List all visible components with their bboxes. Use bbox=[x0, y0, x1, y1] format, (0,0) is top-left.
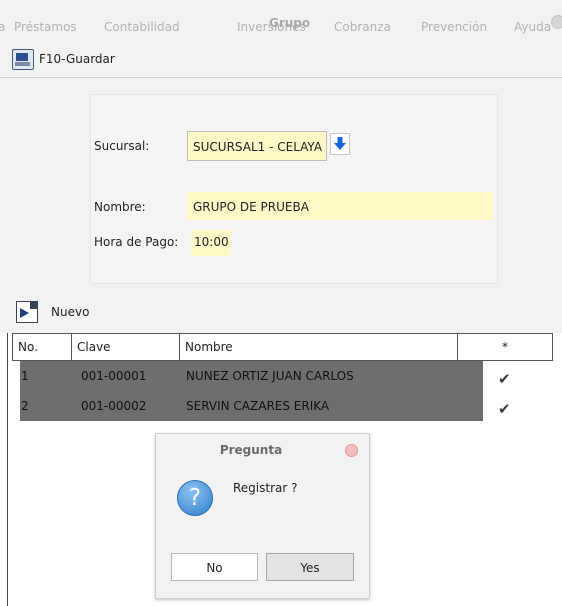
row-clave: 001-00001 bbox=[81, 369, 147, 383]
sucursal-dropdown-button[interactable] bbox=[330, 133, 350, 155]
hora-de-pago-label: Hora de Pago: bbox=[94, 235, 179, 249]
sucursal-field[interactable]: SUCURSAL1 - CELAYA bbox=[187, 131, 327, 161]
arrow-down-icon bbox=[334, 137, 346, 150]
hora-de-pago-field[interactable]: 10:00 bbox=[191, 230, 231, 256]
form-panel bbox=[90, 94, 498, 284]
members-table: No. Clave Nombre * 1 001-00001 NUNEZ ORT… bbox=[12, 333, 553, 421]
yes-button[interactable]: Yes bbox=[266, 553, 354, 581]
column-header-mark[interactable]: * bbox=[457, 334, 552, 360]
table-left-border bbox=[7, 333, 8, 606]
sucursal-label: Sucursal: bbox=[94, 139, 150, 153]
menu-item-prevencion[interactable]: Prevención bbox=[421, 20, 487, 34]
form-area bbox=[0, 78, 562, 293]
question-icon: ? bbox=[177, 480, 213, 516]
menu-item-prestamos[interactable]: Préstamos bbox=[14, 20, 77, 34]
check-icon: ✔ bbox=[498, 400, 511, 418]
menubar: a Préstamos Contabilidad Inversiones Cob… bbox=[0, 0, 562, 40]
table-row[interactable]: 2 001-00002 SERVIN CAZARES ERIKA ✔ bbox=[20, 391, 511, 421]
close-icon[interactable] bbox=[345, 444, 358, 457]
nombre-label: Nombre: bbox=[94, 200, 146, 214]
check-icon: ✔ bbox=[498, 370, 511, 388]
menu-item-contabilidad[interactable]: Contabilidad bbox=[104, 20, 180, 34]
table-header: No. Clave Nombre * bbox=[12, 333, 553, 361]
confirm-dialog: Pregunta ? Registrar ? No Yes bbox=[155, 433, 370, 599]
nombre-field[interactable]: GRUPO DE PRUEBA bbox=[187, 192, 493, 220]
row-clave: 001-00002 bbox=[81, 399, 147, 413]
menu-item-cobranza[interactable]: Cobranza bbox=[334, 20, 391, 34]
dialog-message: Registrar ? bbox=[233, 481, 298, 495]
save-button-label: F10-Guardar bbox=[39, 52, 115, 66]
save-monitor-icon bbox=[12, 49, 34, 70]
table-row[interactable]: 1 001-00001 NUNEZ ORTIZ JUAN CARLOS ✔ bbox=[20, 361, 511, 391]
menu-item-ayuda[interactable]: Ayuda bbox=[514, 20, 551, 34]
window-control-icon[interactable] bbox=[551, 15, 562, 29]
window-title: Grupo bbox=[269, 16, 311, 30]
column-header-clave[interactable]: Clave bbox=[71, 334, 179, 360]
nuevo-button-label: Nuevo bbox=[51, 305, 90, 319]
no-button[interactable]: No bbox=[171, 553, 258, 581]
column-header-no[interactable]: No. bbox=[13, 334, 71, 360]
new-document-icon bbox=[16, 301, 38, 323]
row-nombre: NUNEZ ORTIZ JUAN CARLOS bbox=[186, 369, 354, 383]
nuevo-bar: Nuevo bbox=[0, 293, 562, 333]
toolbar: F10-Guardar bbox=[0, 40, 562, 78]
dialog-title: Pregunta bbox=[219, 443, 283, 457]
column-header-nombre[interactable]: Nombre bbox=[179, 334, 457, 360]
row-nombre: SERVIN CAZARES ERIKA bbox=[186, 399, 330, 413]
row-no: 2 bbox=[21, 399, 29, 413]
menu-item-a[interactable]: a bbox=[0, 20, 5, 34]
row-no: 1 bbox=[21, 369, 29, 383]
